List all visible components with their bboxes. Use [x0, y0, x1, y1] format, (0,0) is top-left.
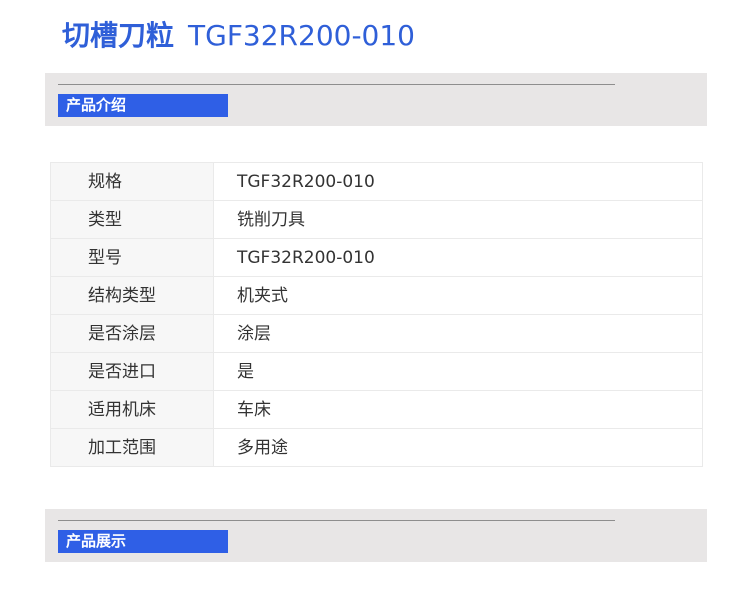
- table-row: 适用机床 车床: [50, 390, 703, 429]
- table-row: 加工范围 多用途: [50, 428, 703, 467]
- page-title: 切槽刀粒 TGF32R200-010: [62, 18, 415, 54]
- table-row: 型号 TGF32R200-010: [50, 238, 703, 277]
- spec-key: 型号: [50, 238, 214, 277]
- spec-key: 类型: [50, 200, 214, 239]
- spec-value: TGF32R200-010: [213, 238, 703, 277]
- spec-value: 是: [213, 352, 703, 391]
- section-divider: [58, 84, 615, 85]
- spec-key: 结构类型: [50, 276, 214, 315]
- section-tag-intro: 产品介绍: [58, 94, 228, 117]
- spec-value: 涂层: [213, 314, 703, 353]
- spec-key: 是否涂层: [50, 314, 214, 353]
- spec-value: 多用途: [213, 428, 703, 467]
- spec-key: 加工范围: [50, 428, 214, 467]
- spec-table: 规格 TGF32R200-010 类型 铣削刀具 型号 TGF32R200-01…: [50, 162, 703, 467]
- spec-value: TGF32R200-010: [213, 162, 703, 201]
- spec-value: 机夹式: [213, 276, 703, 315]
- spec-key: 规格: [50, 162, 214, 201]
- table-row: 是否进口 是: [50, 352, 703, 391]
- section-header-intro: 产品介绍: [45, 73, 707, 126]
- section-tag-display: 产品展示: [58, 530, 228, 553]
- section-divider: [58, 520, 615, 521]
- table-row: 是否涂层 涂层: [50, 314, 703, 353]
- spec-key: 适用机床: [50, 390, 214, 429]
- spec-value: 车床: [213, 390, 703, 429]
- spec-key: 是否进口: [50, 352, 214, 391]
- product-name: 切槽刀粒: [62, 19, 175, 52]
- table-row: 结构类型 机夹式: [50, 276, 703, 315]
- spec-value: 铣削刀具: [213, 200, 703, 239]
- product-model: TGF32R200-010: [188, 19, 415, 52]
- section-header-display: 产品展示: [45, 509, 707, 562]
- table-row: 规格 TGF32R200-010: [50, 162, 703, 201]
- table-row: 类型 铣削刀具: [50, 200, 703, 239]
